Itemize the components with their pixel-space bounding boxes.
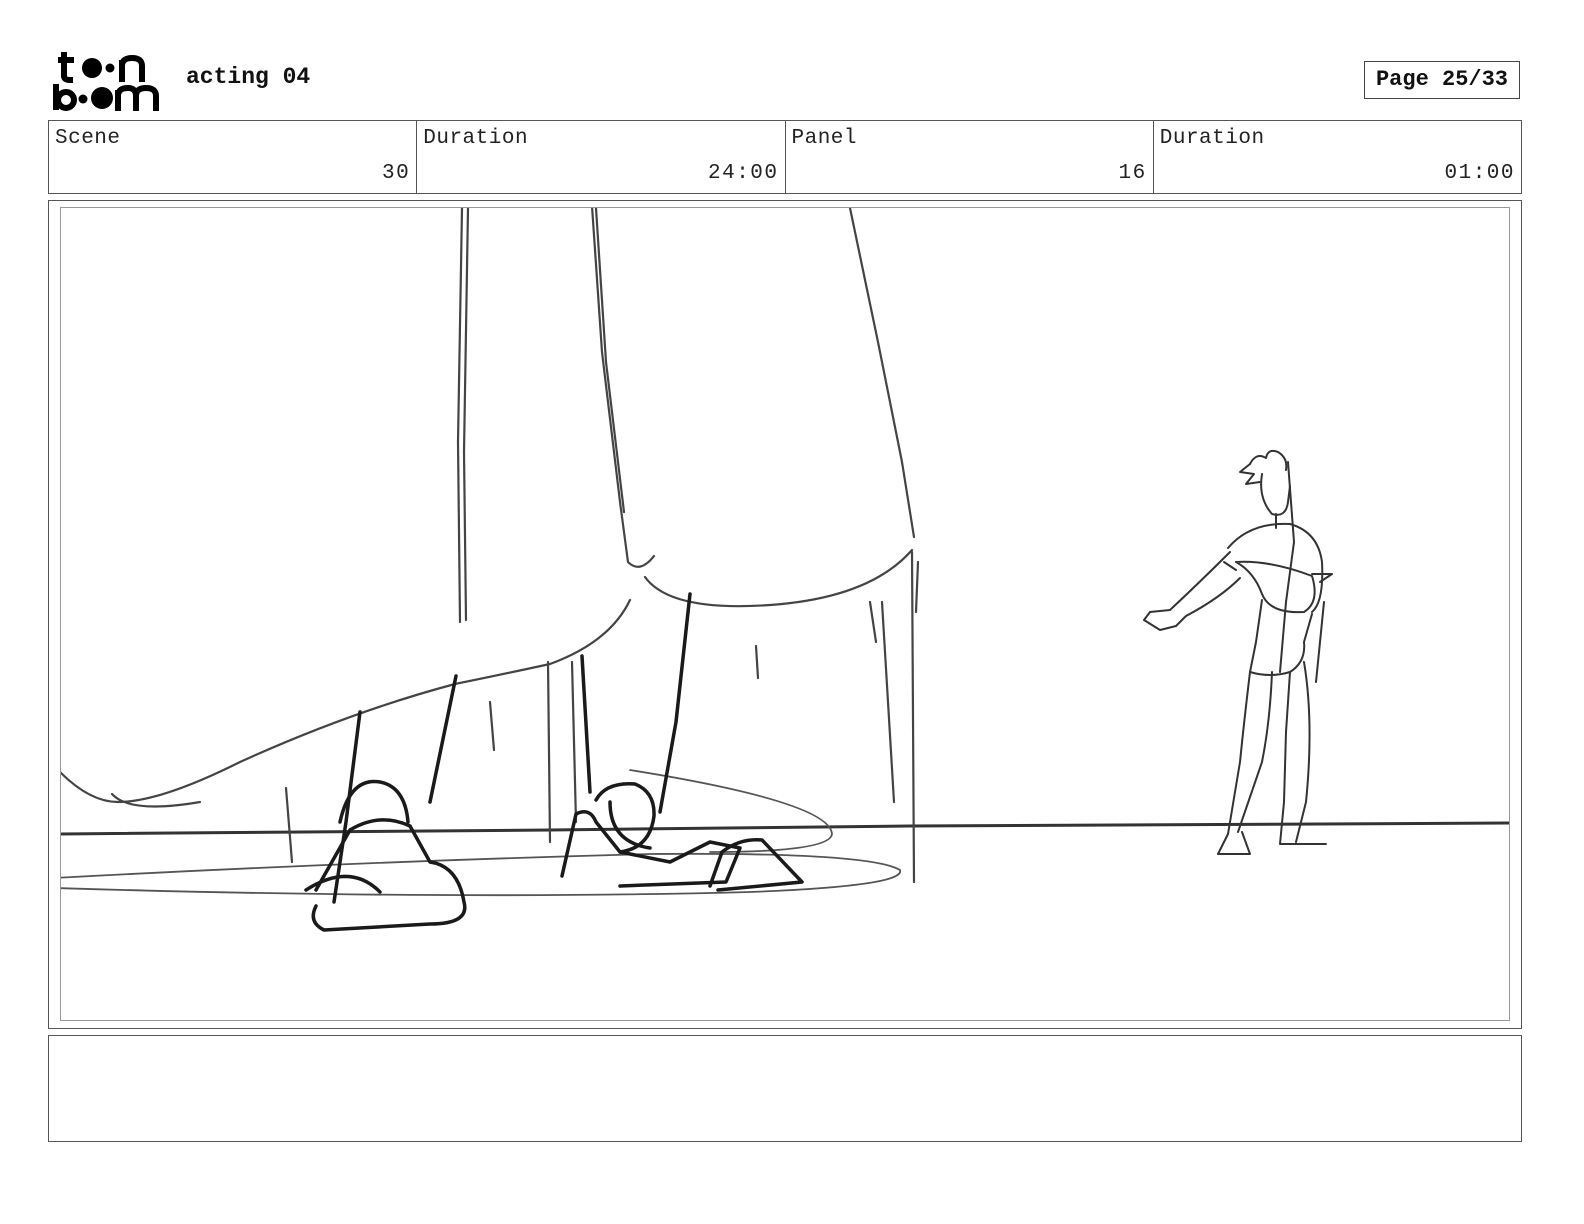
panel-sketch [61, 208, 1509, 932]
scene-value: 30 [382, 162, 411, 185]
panel-duration-label: Duration [1159, 127, 1265, 150]
panel-duration-value: 01:00 [1444, 162, 1515, 185]
ground-line [61, 821, 1509, 836]
scene-duration-cell: Duration 24:00 [417, 121, 786, 193]
panel-cell: Panel 16 [786, 121, 1154, 193]
human-figure-sketch [1143, 449, 1333, 855]
panel-label: Panel [791, 127, 858, 150]
panel-notes-box [48, 1035, 1522, 1142]
giant-creature-sketch [61, 208, 920, 884]
scene-cell: Scene 30 [49, 121, 418, 193]
scene-label: Scene [55, 127, 121, 150]
storyboard-panel [48, 200, 1522, 1029]
page-indicator: Page 25/33 [1364, 61, 1520, 99]
toon-boom-logo [53, 52, 159, 111]
scene-duration-label: Duration [423, 127, 529, 150]
panel-info-row: Scene 30 Duration 24:00 Panel 16 Duratio… [48, 120, 1522, 194]
project-title: acting 04 [186, 64, 311, 90]
creature-feet-sketch [304, 592, 804, 932]
panel-safe-area [60, 207, 1510, 1021]
panel-duration-cell: Duration 01:00 [1154, 121, 1521, 193]
panel-value: 16 [1118, 162, 1147, 185]
scene-duration-value: 24:00 [707, 162, 779, 185]
